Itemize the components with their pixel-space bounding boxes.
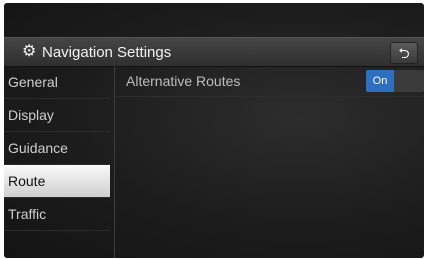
toggle-on-label: On <box>366 70 394 92</box>
sidebar-item-label: Traffic <box>8 206 47 222</box>
settings-content: Alternative Routes On <box>116 66 424 258</box>
sidebar-item-label: Route <box>8 173 46 189</box>
sidebar-item-label: Guidance <box>8 140 68 156</box>
alternative-routes-toggle[interactable]: On <box>366 70 424 92</box>
back-arrow-icon: ⮌ <box>398 45 410 61</box>
back-button[interactable]: ⮌ <box>390 42 418 64</box>
sidebar-item-route[interactable]: Route <box>4 165 110 198</box>
sidebar-item-traffic[interactable]: Traffic <box>4 198 110 231</box>
settings-sidebar: General Display Guidance Route Traffic <box>4 66 115 258</box>
page-title: Navigation Settings <box>42 44 172 61</box>
sidebar-item-display[interactable]: Display <box>4 99 110 132</box>
option-label: Alternative Routes <box>126 73 241 89</box>
sidebar-item-label: General <box>8 74 58 90</box>
navigation-settings-screen: ⚙ Navigation Settings ⮌ General Display … <box>4 3 424 258</box>
header-bar: ⚙ Navigation Settings ⮌ <box>4 37 424 67</box>
option-row-alternative-routes[interactable]: Alternative Routes On <box>116 66 424 97</box>
sidebar-item-label: Display <box>8 107 54 123</box>
gear-icon: ⚙ <box>22 43 37 60</box>
sidebar-item-general[interactable]: General <box>4 66 110 99</box>
sidebar-item-guidance[interactable]: Guidance <box>4 132 110 165</box>
